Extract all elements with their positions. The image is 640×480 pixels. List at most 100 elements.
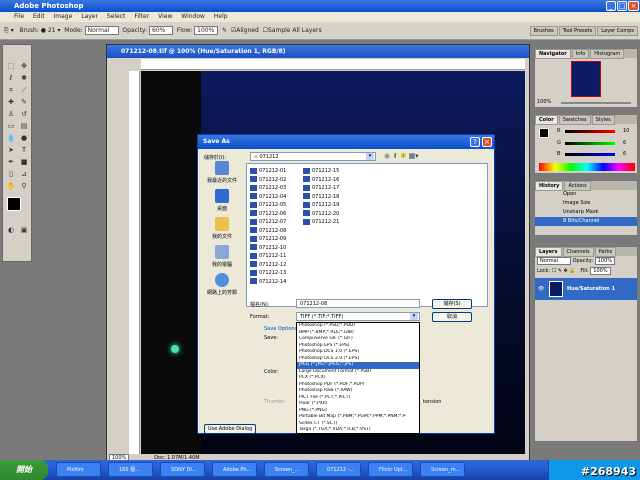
file-item[interactable]: 071212-18 (303, 193, 339, 201)
lasso-icon[interactable]: ℓ (5, 73, 17, 83)
color-b-value[interactable]: 6 (623, 151, 626, 157)
maximize-button[interactable]: □ (617, 1, 627, 11)
taskbar-task[interactable]: 071212 -... (316, 462, 361, 477)
file-item[interactable]: 071212-05 (250, 201, 286, 209)
airbrush-icon[interactable]: ✎ (222, 27, 227, 34)
tab-swatches[interactable]: Swatches (558, 115, 591, 125)
navigator-zoom[interactable]: 100% (537, 99, 551, 105)
file-list[interactable]: 071212-01 071212-02 071212-03 071212-04 0712… (246, 163, 488, 307)
file-item[interactable]: 071212-11 (250, 252, 286, 260)
tab-tool-presets[interactable]: Tool Presets (558, 26, 597, 36)
move-icon[interactable]: ✥ (18, 61, 30, 71)
tab-histogram[interactable]: Histogram (590, 49, 625, 59)
new-folder-icon[interactable]: ✱ (400, 152, 406, 160)
color-b-slider[interactable] (565, 153, 615, 156)
blend-mode-select[interactable]: Normal (537, 256, 571, 265)
file-item[interactable]: 071212-04 (250, 193, 286, 201)
menu-file[interactable]: File (14, 13, 24, 20)
path-select-icon[interactable]: ➤ (5, 145, 17, 155)
foreground-color-swatch[interactable] (7, 197, 21, 211)
menu-help[interactable]: Help (214, 13, 228, 20)
menu-filter[interactable]: Filter (134, 13, 149, 20)
flow-field[interactable]: 100% (194, 26, 219, 35)
taskbar-task[interactable]: Adobe Ph... (212, 462, 257, 477)
navigator-zoom-slider[interactable] (561, 102, 631, 104)
fill-field[interactable]: 100% (590, 266, 611, 275)
thumbnail-label[interactable]: Thumbn (264, 399, 285, 405)
history-item[interactable]: Unsharp Mask (535, 208, 637, 217)
format-dropdown-list[interactable]: Photoshop (*.PSD;*.PDD) BMP (*.BMP;*.RLE;… (296, 322, 420, 439)
file-item[interactable]: 071212-15 (303, 167, 339, 175)
menu-window[interactable]: Window (181, 13, 205, 20)
layer-name[interactable]: Hue/Saturation 1 (567, 278, 615, 300)
color-r-slider[interactable] (565, 130, 615, 133)
eyedropper-icon[interactable]: ⊿ (18, 169, 30, 179)
magic-wand-icon[interactable]: ✱ (18, 73, 30, 83)
shape-icon[interactable]: ■ (18, 157, 30, 167)
taskbar-task[interactable]: Flickr Upl... (368, 462, 413, 477)
history-item[interactable]: Image Size (535, 199, 637, 208)
file-item[interactable]: 071212-17 (303, 184, 339, 192)
menu-select[interactable]: Select (107, 13, 126, 20)
marquee-icon[interactable]: ⬚ (5, 61, 17, 71)
layer-row[interactable]: 👁 Hue/Saturation 1 (535, 278, 637, 300)
file-item[interactable]: 071212-07 (250, 218, 286, 226)
back-icon[interactable]: ◉ (384, 152, 390, 160)
start-button[interactable]: 開始 (0, 460, 48, 480)
file-item[interactable]: 071212-01 (250, 167, 286, 175)
place-my-documents[interactable]: 我的文件 (202, 217, 242, 247)
crop-icon[interactable]: ⌗ (5, 85, 17, 95)
opacity-field[interactable]: 60% (149, 26, 173, 35)
taskbar-task[interactable]: SONY DI... (160, 462, 205, 477)
stamp-icon[interactable]: ♙ (5, 109, 17, 119)
healing-icon[interactable]: ✚ (5, 97, 17, 107)
eraser-icon[interactable]: ▭ (5, 121, 17, 131)
history-brush-icon[interactable]: ↺ (18, 109, 30, 119)
use-adobe-dialog-button[interactable]: Use Adobe Dialog (204, 424, 256, 434)
file-item[interactable]: 071212-14 (250, 278, 286, 286)
tab-styles[interactable]: Styles (591, 115, 615, 125)
clone-stamp-icon[interactable]: ⎘ ▾ (4, 27, 14, 34)
file-item[interactable]: 071212-09 (250, 235, 286, 243)
gradient-icon[interactable]: ▤ (18, 121, 30, 131)
blur-icon[interactable]: 💧 (5, 133, 17, 143)
zoom-icon[interactable]: ⚲ (18, 181, 30, 191)
layers-opacity-field[interactable]: 100% (594, 256, 616, 265)
place-my-computer[interactable]: 我的電腦 (202, 245, 242, 275)
tab-history[interactable]: History (535, 181, 564, 191)
cancel-button[interactable]: 取消 (432, 312, 472, 322)
dodge-icon[interactable]: ● (18, 133, 30, 143)
menu-edit[interactable]: Edit (33, 13, 45, 20)
file-item[interactable]: 071212-02 (250, 176, 286, 184)
taskbar-task[interactable]: Pixfilm (56, 462, 101, 477)
tab-info[interactable]: Info (571, 49, 590, 59)
tab-color[interactable]: Color (535, 115, 558, 125)
file-item[interactable]: 071212-19 (303, 201, 339, 209)
eye-icon[interactable]: 👁 (538, 278, 544, 300)
color-r-value[interactable]: 10 (623, 128, 629, 134)
color-spectrum[interactable] (539, 163, 635, 171)
mode-select[interactable]: Normal (84, 26, 119, 35)
file-item[interactable]: 071212-16 (303, 176, 339, 184)
file-item[interactable]: 071212-13 (250, 269, 286, 277)
minimize-button[interactable]: _ (606, 1, 616, 11)
file-item[interactable]: 071212-08 (250, 227, 286, 235)
navigator-thumbnail[interactable] (571, 61, 601, 97)
taskbar-task[interactable]: Screen_m... (420, 462, 465, 477)
save-button[interactable]: 儲存(S) (432, 299, 472, 309)
place-desktop[interactable]: 桌面 (202, 189, 242, 219)
taskbar-task[interactable]: Screen_... (264, 462, 309, 477)
tab-layer-comps[interactable]: Layer Comps (597, 26, 638, 36)
pen-icon[interactable]: ✒ (5, 157, 17, 167)
history-item-current[interactable]: 8 Bits/Channel (535, 217, 637, 226)
tab-navigator[interactable]: Navigator (535, 49, 571, 59)
dialog-close-button[interactable]: × (482, 137, 492, 147)
save-in-select[interactable]: ▰ 071212 ▾ (250, 152, 376, 161)
format-select[interactable]: TIFF (*.TIF;*.TIFF) ▾ (296, 312, 420, 321)
file-item[interactable]: 071212-10 (250, 244, 286, 252)
place-network[interactable]: 網路上的芳鄰 (202, 273, 242, 303)
screen-mode-icon[interactable]: ▣ (18, 225, 30, 235)
place-recent[interactable]: 我最近的文件 (202, 161, 242, 191)
color-g-value[interactable]: 6 (623, 140, 626, 146)
format-option[interactable]: Portable Bit Map (*.PBM;*.PGM;*.PPM;*.PN… (297, 414, 419, 421)
